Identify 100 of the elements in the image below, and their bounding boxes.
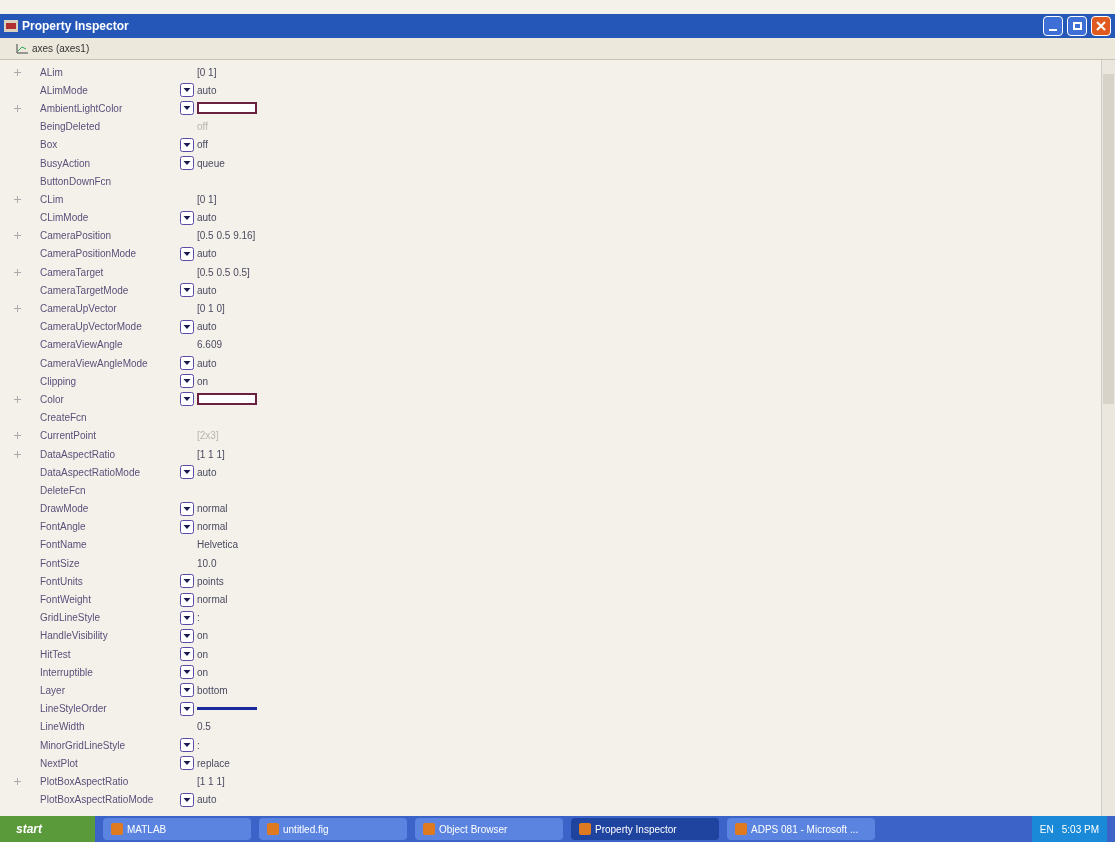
property-value[interactable]: queue [197, 155, 225, 171]
app-icon [4, 20, 18, 32]
color-swatch[interactable] [197, 393, 257, 406]
dropdown-icon[interactable] [180, 610, 194, 625]
property-value[interactable]: auto [197, 355, 217, 371]
property-name: DataAspectRatio [40, 447, 117, 462]
dropdown-icon[interactable] [180, 319, 194, 334]
property-value[interactable]: [0.5 0.5 0.5] [197, 264, 250, 280]
property-value[interactable]: auto [197, 792, 217, 808]
property-name: CreateFcn [40, 411, 88, 426]
property-name: AmbientLightColor [40, 101, 124, 116]
close-button[interactable] [1091, 16, 1111, 36]
taskbar-button[interactable]: Object Browser [415, 818, 563, 840]
dropdown-icon[interactable] [180, 592, 194, 607]
dropdown-icon[interactable] [180, 628, 194, 643]
minimize-button[interactable] [1043, 16, 1063, 36]
property-value[interactable]: auto [197, 82, 217, 98]
dropdown-icon[interactable] [180, 665, 194, 680]
property-value[interactable]: on [197, 646, 209, 662]
dropdown-icon[interactable] [180, 246, 194, 261]
property-name: CLim [40, 192, 65, 207]
dropdown-icon[interactable] [180, 683, 194, 698]
property-value[interactable]: auto [197, 210, 217, 226]
property-value[interactable]: replace [197, 755, 230, 771]
property-name: CameraViewAngle [40, 338, 124, 353]
property-name: Clipping [40, 374, 78, 389]
property-value[interactable]: [1 1 1] [197, 446, 225, 462]
property-name: GridLineStyle [40, 611, 102, 626]
dropdown-icon[interactable] [180, 465, 194, 480]
dropdown-icon[interactable] [180, 101, 194, 116]
property-value[interactable]: 0.5 [197, 719, 211, 735]
window-icon [111, 823, 123, 835]
property-value[interactable]: normal [197, 501, 228, 517]
property-value[interactable]: [0 1] [197, 64, 217, 80]
property-name: CurrentPoint [40, 429, 98, 444]
property-name: DataAspectRatioMode [40, 465, 142, 480]
window-icon [579, 823, 591, 835]
property-name: CameraUpVector [40, 302, 118, 317]
property-value[interactable]: on [197, 373, 209, 389]
taskbar-button[interactable]: Property Inspector [571, 818, 719, 840]
dropdown-icon[interactable] [180, 647, 194, 662]
dropdown-icon[interactable] [180, 156, 194, 171]
property-name: DeleteFcn [40, 483, 87, 498]
property-name: BeingDeleted [40, 120, 102, 135]
property-value[interactable]: bottom [197, 682, 228, 698]
property-value[interactable]: off [197, 137, 208, 153]
property-value[interactable]: normal [197, 592, 228, 608]
dropdown-icon[interactable] [180, 210, 194, 225]
dropdown-icon[interactable] [180, 574, 194, 589]
property-value[interactable]: [0 1 0] [197, 301, 225, 317]
property-name: ALim [40, 65, 64, 80]
property-value[interactable]: : [197, 610, 200, 626]
dropdown-icon[interactable] [180, 356, 194, 371]
property-name: CameraPositionMode [40, 247, 138, 262]
dropdown-icon[interactable] [180, 374, 194, 389]
dropdown-icon[interactable] [180, 283, 194, 298]
property-name: Color [40, 392, 65, 407]
color-swatch[interactable] [197, 102, 257, 115]
dropdown-icon[interactable] [180, 792, 194, 807]
close-icon [1096, 21, 1106, 31]
dropdown-icon[interactable] [180, 392, 194, 407]
dropdown-icon[interactable] [180, 501, 194, 516]
property-value[interactable]: [1 1 1] [197, 773, 225, 789]
property-value[interactable]: Helvetica [197, 537, 239, 553]
taskbar-button[interactable]: untitled.fig [259, 818, 407, 840]
dropdown-icon[interactable] [180, 738, 194, 753]
property-name: Layer [40, 683, 66, 698]
property-value[interactable]: : [197, 737, 200, 753]
property-value[interactable]: 6.609 [197, 337, 223, 353]
property-name: FontUnits [40, 574, 84, 589]
property-name: NextPlot [40, 756, 79, 771]
maximize-button[interactable] [1067, 16, 1087, 36]
property-value[interactable]: auto [197, 464, 217, 480]
dropdown-icon[interactable] [180, 83, 194, 98]
window-icon [267, 823, 279, 835]
dropdown-icon[interactable] [180, 701, 194, 716]
property-name: FontWeight [40, 593, 92, 608]
property-value[interactable]: normal [197, 519, 228, 535]
property-value[interactable]: on [197, 628, 209, 644]
property-value[interactable]: on [197, 664, 209, 680]
dropdown-icon[interactable] [180, 756, 194, 771]
dropdown-icon[interactable] [180, 137, 194, 152]
property-value[interactable]: auto [197, 246, 217, 262]
taskbar-button[interactable]: MATLAB [103, 818, 251, 840]
property-value[interactable]: auto [197, 319, 217, 335]
property-name: BusyAction [40, 156, 92, 171]
window-icon [423, 823, 435, 835]
property-value[interactable]: points [197, 573, 224, 589]
scrollbar[interactable] [1101, 60, 1115, 816]
property-name: DrawMode [40, 502, 90, 517]
property-name: PlotBoxAspectRatio [40, 774, 130, 789]
language-indicator[interactable]: EN [1039, 821, 1054, 837]
taskbar-button[interactable]: ADPS 081 - Microsoft ... [727, 818, 875, 840]
property-name: LineWidth [40, 720, 86, 735]
property-value[interactable]: [0.5 0.5 9.16] [197, 228, 256, 244]
dropdown-icon[interactable] [180, 519, 194, 534]
property-value[interactable]: [0 1] [197, 191, 217, 207]
property-value[interactable]: auto [197, 282, 217, 298]
property-name: ButtonDownFcn [40, 174, 113, 189]
property-value[interactable]: 10.0 [197, 555, 217, 571]
